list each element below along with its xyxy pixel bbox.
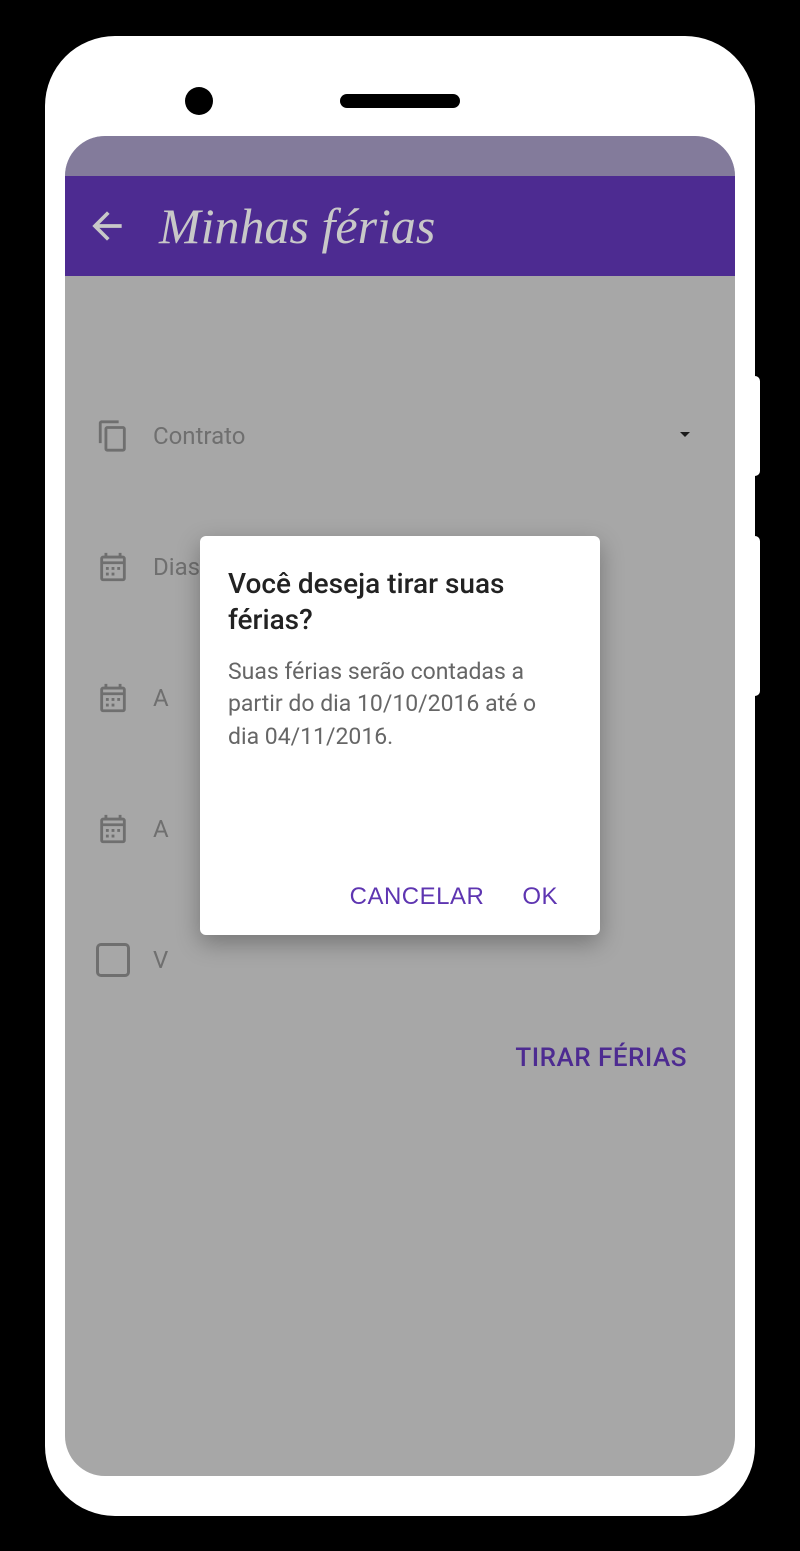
dialog-actions: CANCELAR OK (228, 873, 572, 921)
side-button (750, 536, 760, 696)
cancel-button[interactable]: CANCELAR (336, 873, 499, 921)
dialog-body: Suas férias serão contadas a partir do d… (228, 656, 572, 753)
screen: Minhas férias Contrato Dias de férias (65, 136, 735, 1476)
ok-button[interactable]: OK (508, 873, 572, 921)
camera-dot (185, 87, 213, 115)
notch-area (65, 66, 735, 136)
dialog-title: Você deseja tirar suas férias? (228, 566, 572, 639)
speaker-slot (340, 94, 460, 108)
modal-overlay: Você deseja tirar suas férias? Suas féri… (65, 136, 735, 1476)
confirm-dialog: Você deseja tirar suas férias? Suas féri… (200, 536, 600, 935)
phone-frame: Minhas férias Contrato Dias de férias (45, 36, 755, 1516)
side-button (750, 376, 760, 476)
